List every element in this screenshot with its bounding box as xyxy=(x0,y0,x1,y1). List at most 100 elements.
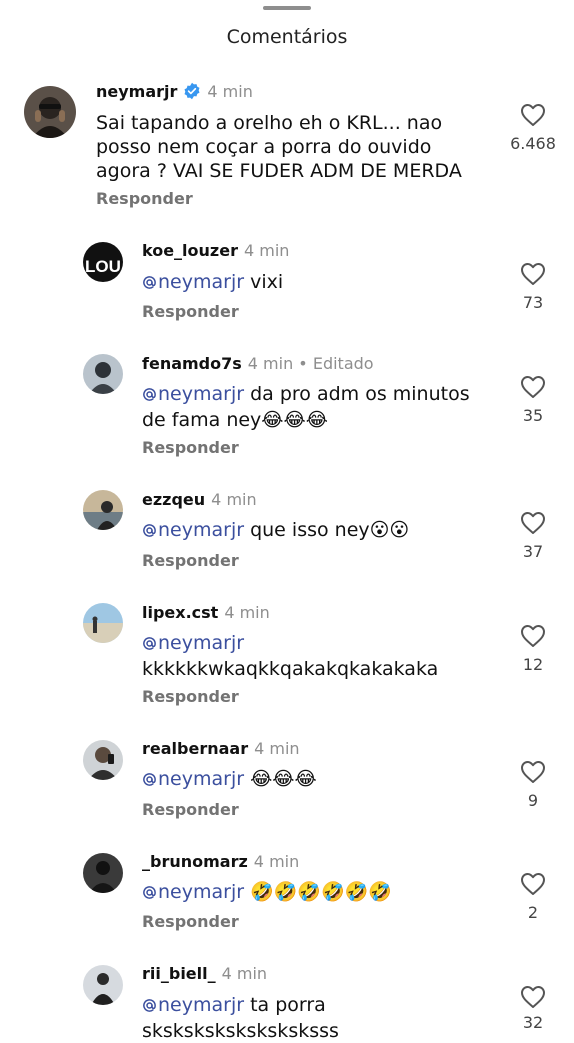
like-button[interactable]: 37 xyxy=(503,511,563,561)
comment-line: agora ? VAI SE FUDER ADM DE MERDA xyxy=(96,160,462,182)
reply-button[interactable]: Responder xyxy=(142,687,239,706)
timestamp: 4 min xyxy=(211,490,257,509)
username[interactable]: realbernaar xyxy=(142,739,248,758)
avatar[interactable] xyxy=(83,490,123,530)
mention-link[interactable]: neymarjr xyxy=(142,768,244,790)
reply-button[interactable]: Responder xyxy=(142,912,239,931)
comment-text: neymarjr que isso ney😮😮 xyxy=(142,518,409,544)
like-button[interactable]: 32 xyxy=(503,985,563,1032)
comment-meta: lipex.cst 4 min xyxy=(142,603,270,622)
reply-button[interactable]: Responder xyxy=(142,302,239,321)
comment-line: de fama ney😂😂😂 xyxy=(142,409,328,431)
username[interactable]: lipex.cst xyxy=(142,603,218,622)
edited-separator: • xyxy=(293,354,313,373)
comment-body: que isso ney😮😮 xyxy=(250,519,410,541)
avatar[interactable] xyxy=(83,965,123,1005)
comment-body: ta porra xyxy=(250,994,326,1016)
comment-line: Sai tapando a orelho eh o KRL... nao xyxy=(96,112,443,134)
like-button[interactable]: 35 xyxy=(503,375,563,425)
username[interactable]: neymarjr xyxy=(96,82,177,101)
comment-body: 🤣🤣🤣🤣🤣🤣 xyxy=(250,881,393,903)
mention-link[interactable]: neymarjr xyxy=(142,994,244,1016)
like-count: 32 xyxy=(522,1013,544,1032)
timestamp: 4 min xyxy=(243,241,290,260)
edited-label: Editado xyxy=(312,354,374,373)
comment-text: neymarjr vixi xyxy=(142,270,283,296)
mention-link[interactable]: neymarjr xyxy=(142,383,244,405)
comment-text: neymarjr kkkkkkwkaqkkqakakqkakakaka xyxy=(142,631,438,681)
like-button[interactable]: 12 xyxy=(503,624,563,674)
threads-at-icon xyxy=(142,272,157,296)
mention-text: neymarjr xyxy=(158,519,245,541)
timestamp: 4 min xyxy=(221,964,268,983)
comment-meta: koe_louzer 4 min xyxy=(142,241,289,260)
comment-line: neymarjr da pro adm os minutos xyxy=(142,382,470,408)
comment-text: neymarjr 🤣🤣🤣🤣🤣🤣 xyxy=(142,880,392,906)
heart-outline-icon xyxy=(521,512,545,534)
comment-body: vixi xyxy=(250,271,284,293)
heart-outline-icon xyxy=(521,625,545,647)
comment-line: sksksksksksksksksss xyxy=(142,1020,339,1042)
like-button[interactable]: 9 xyxy=(503,760,563,810)
heart-outline-icon xyxy=(521,104,545,126)
comment-meta: fenamdo7s 4 min • Editado xyxy=(142,354,374,373)
comment-body: da pro adm os minutos xyxy=(250,383,470,405)
like-button[interactable]: 6.468 xyxy=(503,103,563,153)
comment-line: neymarjr xyxy=(142,631,438,657)
comment-line: neymarjr ta porra xyxy=(142,993,339,1019)
mention-link[interactable]: neymarjr xyxy=(142,632,244,654)
heart-outline-icon xyxy=(521,263,545,285)
like-count: 6.468 xyxy=(510,134,556,153)
timestamp: 4 min xyxy=(224,603,270,622)
avatar-logo-text: LOU xyxy=(85,257,121,276)
heart-outline-icon xyxy=(521,986,545,1008)
timestamp: 4 min xyxy=(254,739,300,758)
like-count: 2 xyxy=(527,903,539,922)
avatar[interactable] xyxy=(83,740,123,780)
username[interactable]: fenamdo7s xyxy=(142,354,242,373)
comment-text: neymarjr da pro adm os minutos de fama n… xyxy=(142,382,470,432)
like-button[interactable]: 73 xyxy=(503,262,563,312)
reply-button[interactable]: Responder xyxy=(142,800,239,819)
comment-line: posso nem coçar a porra do ouvido xyxy=(96,136,432,158)
heart-outline-icon xyxy=(521,376,545,398)
drag-handle[interactable] xyxy=(263,6,311,10)
comment-meta: rii_biell_ 4 min xyxy=(142,964,267,983)
username[interactable]: koe_louzer xyxy=(142,241,238,260)
like-count: 9 xyxy=(527,791,539,810)
avatar[interactable]: LOU xyxy=(83,242,123,282)
mention-link[interactable]: neymarjr xyxy=(142,881,244,903)
username[interactable]: ezzqeu xyxy=(142,490,205,509)
mention-text: neymarjr xyxy=(158,994,245,1016)
comment-text: neymarjr 😂😂😂 xyxy=(142,767,317,793)
mention-text: neymarjr xyxy=(158,383,245,405)
comment-line: kkkkkkwkaqkkqakakqkakakaka xyxy=(142,658,439,680)
threads-at-icon xyxy=(142,882,157,906)
mention-link[interactable]: neymarjr xyxy=(142,519,244,541)
avatar[interactable] xyxy=(83,603,123,643)
sheet-title: Comentários xyxy=(226,26,348,48)
timestamp: 4 min xyxy=(207,82,253,101)
avatar[interactable] xyxy=(83,853,123,893)
avatar[interactable] xyxy=(24,86,76,138)
timestamp: 4 min xyxy=(247,354,294,373)
like-count: 37 xyxy=(522,542,544,561)
username[interactable]: _brunomarz xyxy=(142,852,248,871)
like-count: 73 xyxy=(522,293,544,312)
reply-button[interactable]: Responder xyxy=(96,189,193,208)
threads-at-icon xyxy=(142,633,157,657)
mention-link[interactable]: neymarjr xyxy=(142,271,244,293)
comment-text: Sai tapando a orelho eh o KRL... nao pos… xyxy=(96,111,462,183)
like-button[interactable]: 2 xyxy=(503,872,563,922)
comment-meta: realbernaar 4 min xyxy=(142,739,300,758)
comment-meta: neymarjr 4 min xyxy=(96,82,253,104)
like-count: 35 xyxy=(522,406,544,425)
reply-button[interactable]: Responder xyxy=(142,551,239,570)
heart-outline-icon xyxy=(521,761,545,783)
username[interactable]: rii_biell_ xyxy=(142,964,216,983)
reply-button[interactable]: Responder xyxy=(142,438,239,457)
threads-at-icon xyxy=(142,995,157,1019)
verified-badge-icon xyxy=(183,82,201,104)
comments-sheet: Comentários neymarjr 4 min Sai tapando a … xyxy=(0,0,574,1042)
avatar[interactable] xyxy=(83,354,123,394)
